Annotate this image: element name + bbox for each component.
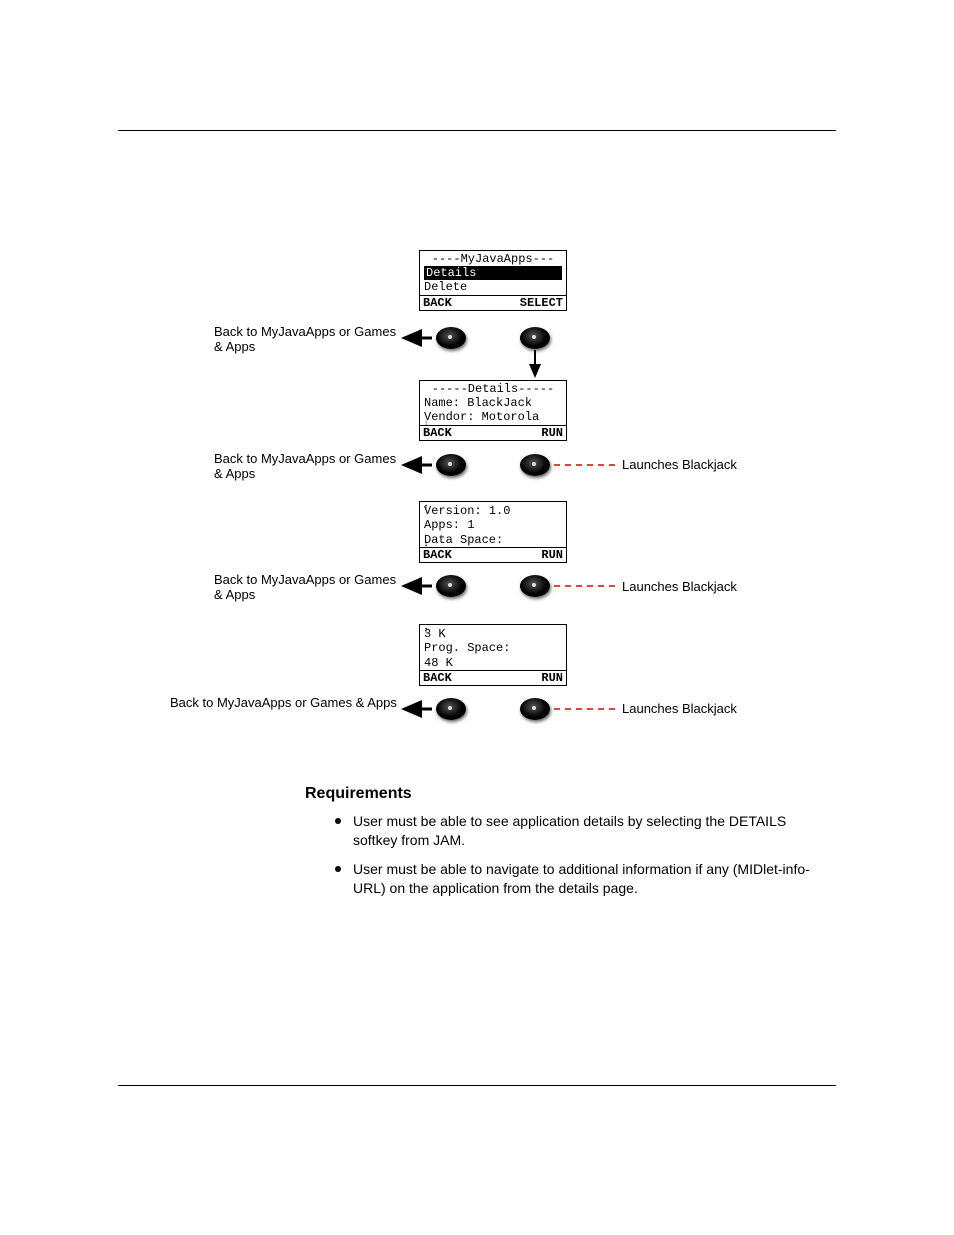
back-label-3: Back to MyJavaApps or Games & Apps [214, 573, 399, 603]
screen4-prog: Prog. Space: [420, 641, 566, 655]
bullet-icon [335, 866, 341, 872]
select-knob-1[interactable] [520, 327, 550, 349]
requirements-heading: Requirements [305, 785, 412, 803]
requirements-list: User must be able to see application det… [335, 812, 815, 908]
screen-details-2: Version: 1.0 Apps: 1 Data Space: BACK RU… [419, 501, 567, 563]
requirement-item: User must be able to see application det… [335, 812, 815, 850]
requirement-item: User must be able to navigate to additio… [335, 860, 815, 898]
screen3-softkeys: BACK RUN [420, 547, 566, 562]
back-label-1: Back to MyJavaApps or Games & Apps [214, 325, 399, 355]
screen3-dataspace: Data Space: [420, 533, 566, 547]
screen4-progval: 48 K [420, 656, 566, 670]
footer-rule [118, 1085, 836, 1086]
screen2-title: -----Details----- [420, 381, 566, 396]
screen2-back: BACK [423, 426, 452, 440]
screen3-run: RUN [541, 548, 563, 562]
flow-diagram: ----MyJavaApps--- Details Delete BACK SE… [170, 250, 790, 760]
requirement-1-text: User must be able to see application det… [353, 812, 815, 850]
screen2-softkeys: BACK RUN [420, 425, 566, 440]
back-knob-4[interactable] [436, 698, 466, 720]
run-knob-2[interactable] [520, 454, 550, 476]
screen3-version: Version: 1.0 [420, 502, 566, 518]
screen3-back: BACK [423, 548, 452, 562]
bullet-icon [335, 818, 341, 824]
screen4-back: BACK [423, 671, 452, 685]
back-knob-2[interactable] [436, 454, 466, 476]
screen4-size: 3 K [420, 625, 566, 641]
run-knob-3[interactable] [520, 575, 550, 597]
back-knob-1[interactable] [436, 327, 466, 349]
screen1-select: SELECT [520, 296, 563, 310]
screen2-run: RUN [541, 426, 563, 440]
launch-label-2: Launches Blackjack [622, 580, 737, 595]
header-rule [118, 130, 836, 131]
screen1-row-details: Details [424, 266, 562, 280]
screen-details-3: 3 K Prog. Space: 48 K BACK RUN [419, 624, 567, 686]
screen2-vendor: Vendor: Motorola [420, 410, 566, 424]
screen2-name: Name: BlackJack [420, 396, 566, 410]
screen1-back: BACK [423, 296, 452, 310]
launch-label-3: Launches Blackjack [622, 702, 737, 717]
screen-details-1: -----Details----- Name: BlackJack Vendor… [419, 380, 567, 441]
screen4-run: RUN [541, 671, 563, 685]
screen4-softkeys: BACK RUN [420, 670, 566, 685]
back-knob-3[interactable] [436, 575, 466, 597]
back-label-4: Back to MyJavaApps or Games & Apps [170, 696, 400, 711]
screen3-apps: Apps: 1 [420, 518, 566, 532]
back-label-2: Back to MyJavaApps or Games & Apps [214, 452, 399, 482]
requirement-2-text: User must be able to navigate to additio… [353, 860, 815, 898]
screen1-row-delete: Delete [420, 280, 566, 294]
screen1-title: ----MyJavaApps--- [420, 251, 566, 266]
launch-label-1: Launches Blackjack [622, 458, 737, 473]
screen-myjavaapps: ----MyJavaApps--- Details Delete BACK SE… [419, 250, 567, 311]
run-knob-4[interactable] [520, 698, 550, 720]
screen1-softkeys: BACK SELECT [420, 295, 566, 310]
